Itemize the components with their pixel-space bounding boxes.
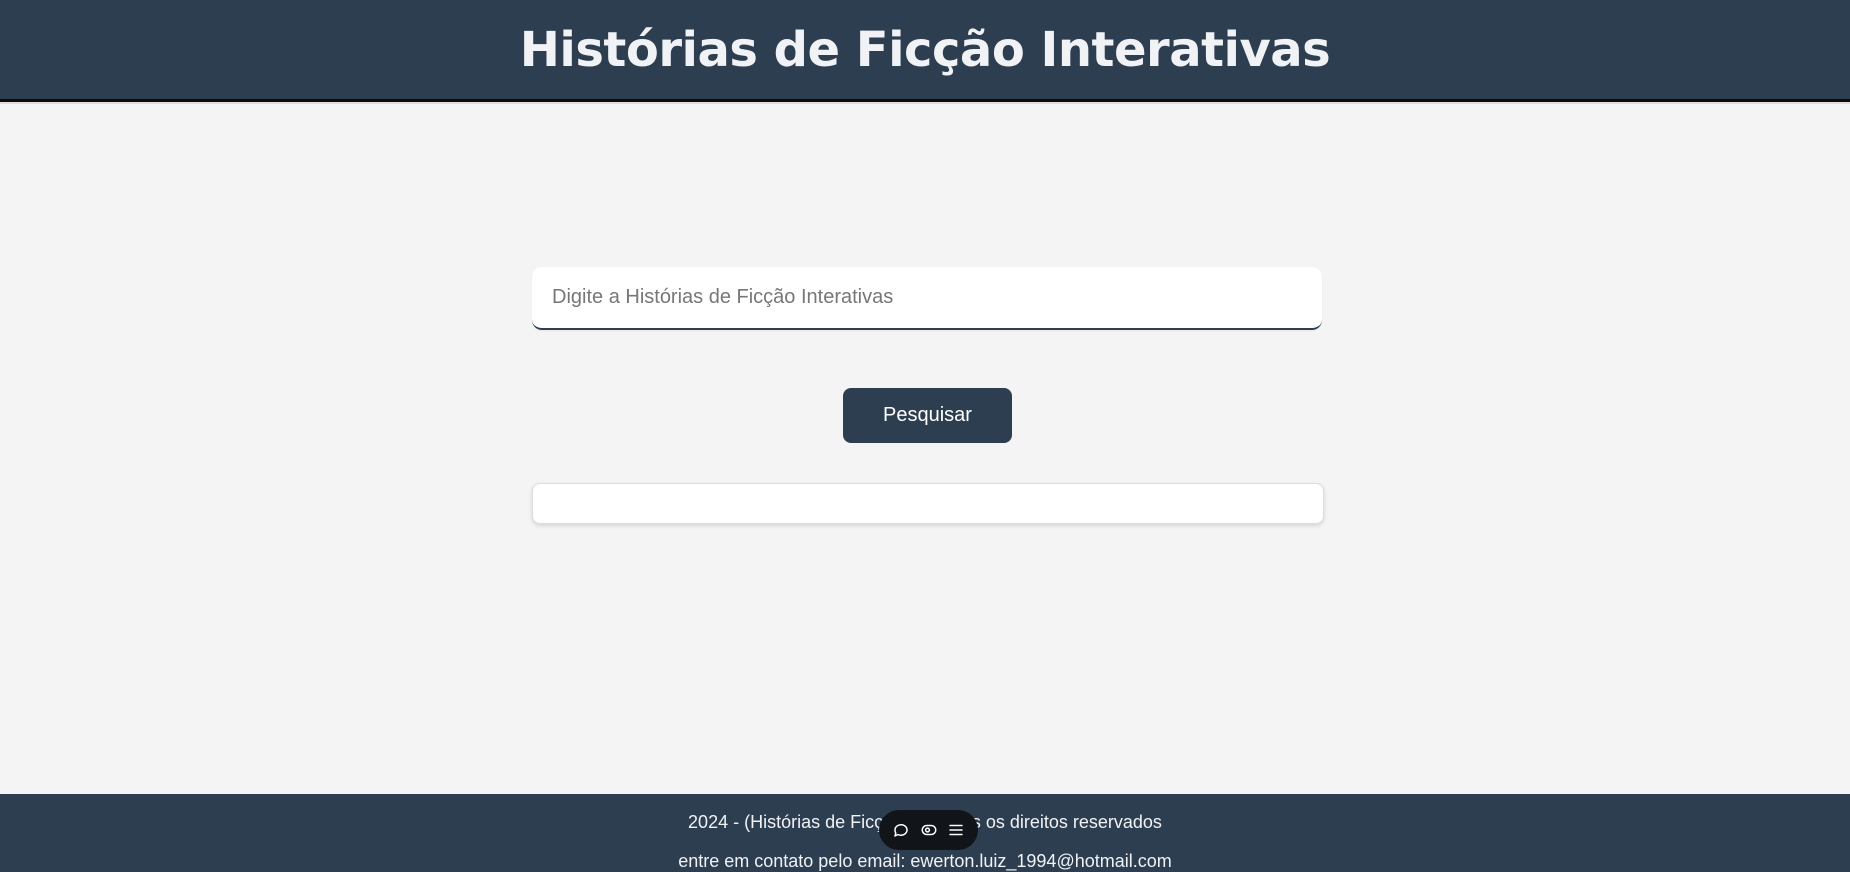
search-button[interactable]: Pesquisar bbox=[843, 388, 1012, 443]
footer-contact: entre em contato pelo email: ewerton.lui… bbox=[678, 851, 1172, 871]
chat-bubble-icon[interactable] bbox=[890, 819, 912, 841]
eye-icon[interactable] bbox=[918, 819, 940, 841]
floating-toolbar bbox=[879, 810, 978, 850]
header-divider bbox=[0, 102, 1850, 104]
page-title: Histórias de Ficção Interativas bbox=[519, 21, 1331, 78]
menu-icon[interactable] bbox=[945, 819, 967, 841]
site-header: Histórias de Ficção Interativas bbox=[0, 0, 1850, 102]
results-container bbox=[532, 483, 1324, 524]
search-input[interactable] bbox=[532, 267, 1322, 330]
